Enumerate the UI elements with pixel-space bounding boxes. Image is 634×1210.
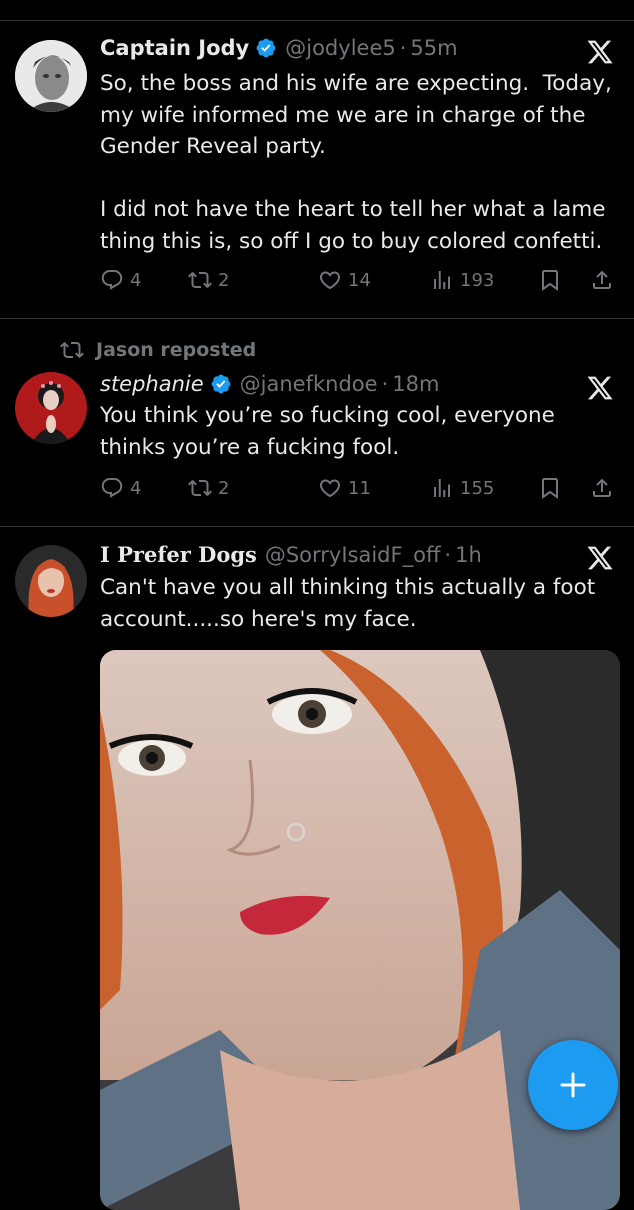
- x-logo-icon[interactable]: [586, 38, 614, 66]
- verified-badge-icon: [255, 37, 277, 59]
- top-divider: [0, 20, 634, 21]
- action-bar: 4 2 14 193: [100, 268, 620, 298]
- tweet-photo[interactable]: [100, 650, 620, 1210]
- handle[interactable]: @SorryIsaidF_off: [265, 543, 441, 567]
- repost-icon: [188, 268, 212, 292]
- views-button[interactable]: 193: [430, 268, 494, 292]
- repost-button[interactable]: 2: [188, 476, 229, 500]
- timestamp[interactable]: 18m: [392, 372, 439, 396]
- tweet-divider: [0, 318, 634, 319]
- plus-icon: [560, 1072, 586, 1098]
- reply-count: 4: [130, 269, 142, 291]
- reply-button[interactable]: 4: [100, 476, 141, 500]
- repost-count: 2: [218, 269, 230, 291]
- bookmark-button[interactable]: [538, 476, 568, 500]
- timestamp[interactable]: 1h: [455, 543, 482, 567]
- x-logo-icon[interactable]: [586, 374, 614, 402]
- compose-button[interactable]: [528, 1040, 618, 1130]
- share-button[interactable]: [590, 476, 620, 500]
- tweet-header: I Prefer Dogs @SorryIsaidF_off · 1h: [100, 542, 482, 567]
- reply-count: 4: [130, 477, 142, 499]
- views-icon: [430, 476, 454, 500]
- verified-badge-icon: [210, 373, 232, 395]
- repost-icon: [60, 338, 84, 362]
- views-icon: [430, 268, 454, 292]
- like-count: 11: [348, 477, 371, 499]
- repost-icon: [188, 476, 212, 500]
- like-icon: [318, 476, 342, 500]
- timestamp[interactable]: 55m: [410, 36, 457, 60]
- repost-label: Jason reposted: [96, 339, 257, 361]
- tweet-text: You think you’re so fucking cool, everyo…: [100, 403, 562, 460]
- views-count: 155: [460, 477, 495, 499]
- share-button[interactable]: [590, 268, 620, 292]
- action-bar: 4 2 11 155: [100, 476, 620, 506]
- bookmark-icon: [538, 476, 562, 500]
- separator: ·: [444, 542, 452, 567]
- display-name[interactable]: Captain Jody: [100, 36, 249, 60]
- handle[interactable]: @jodylee5: [285, 36, 395, 60]
- views-count: 193: [460, 269, 495, 291]
- tweet-text: Can't have you all thinking this actuall…: [100, 575, 603, 632]
- handle[interactable]: @janefkndoe: [240, 372, 378, 396]
- x-logo-icon[interactable]: [586, 544, 614, 572]
- views-button[interactable]: 155: [430, 476, 494, 500]
- like-count: 14: [348, 269, 371, 291]
- tweet-header: Captain Jody @jodylee5 · 55m: [100, 36, 458, 60]
- reply-button[interactable]: 4: [100, 268, 141, 292]
- tweet-text: So, the boss and his wife are expecting.…: [100, 71, 612, 254]
- display-name[interactable]: I Prefer Dogs: [100, 542, 257, 567]
- repost-count: 2: [218, 477, 230, 499]
- tweet-divider: [0, 526, 634, 527]
- avatar[interactable]: [15, 40, 87, 112]
- reply-icon: [100, 476, 124, 500]
- separator: ·: [399, 36, 407, 60]
- share-icon: [590, 476, 614, 500]
- like-button[interactable]: 11: [318, 476, 371, 500]
- repost-button[interactable]: 2: [188, 268, 229, 292]
- avatar[interactable]: [15, 372, 87, 444]
- like-button[interactable]: 14: [318, 268, 371, 292]
- like-icon: [318, 268, 342, 292]
- tweet-header: stephanie @janefkndoe · 18m: [100, 372, 439, 396]
- separator: ·: [381, 372, 389, 396]
- share-icon: [590, 268, 614, 292]
- repost-indicator[interactable]: Jason reposted: [60, 338, 256, 362]
- avatar[interactable]: [15, 545, 87, 617]
- bookmark-button[interactable]: [538, 268, 568, 292]
- display-name[interactable]: stephanie: [100, 372, 204, 396]
- bookmark-icon: [538, 268, 562, 292]
- reply-icon: [100, 268, 124, 292]
